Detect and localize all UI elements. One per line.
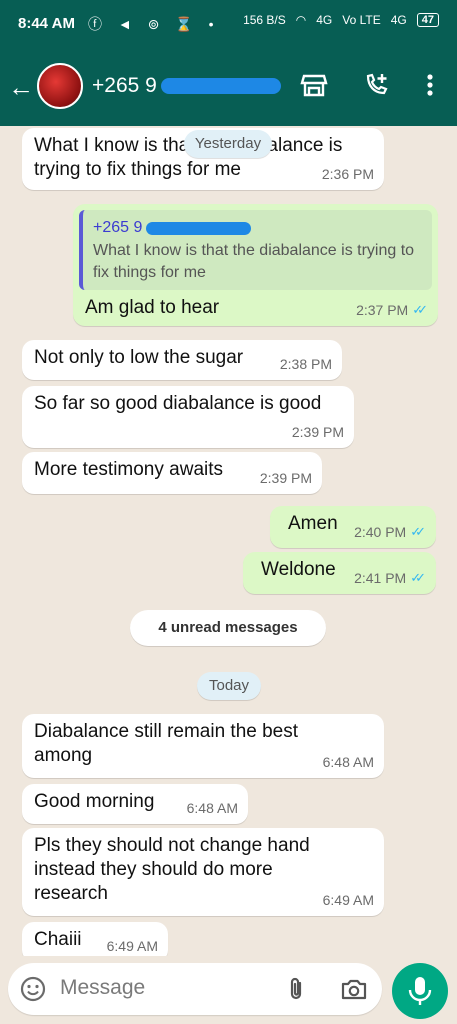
message-time: 6:49 AM <box>322 892 374 908</box>
message-bubble[interactable]: So far so good diabalance is good 2:39 P… <box>22 386 354 448</box>
unread-messages-pill: 4 unread messages <box>130 610 326 646</box>
quoted-name: +265 9 <box>93 219 143 236</box>
avatar[interactable] <box>37 63 83 109</box>
back-arrow-icon[interactable]: ← <box>8 72 34 103</box>
message-bubble[interactable]: Pls they should not change hand instead … <box>22 828 384 916</box>
input-bar: Message <box>0 956 457 1024</box>
message-text: Pls they should not change hand instead … <box>34 835 310 904</box>
status-bar: 8:44 AM ⓕ ◄ ⊚ ⌛ • 156 B/S ◠ 4G Vo LTE 4G… <box>0 0 457 48</box>
message-text: So far so good diabalance is good <box>34 393 322 414</box>
camera-icon[interactable] <box>340 977 368 1001</box>
battery-icon: 47 <box>416 13 439 27</box>
message-bubble[interactable]: Good morning 6:48 AM <box>22 784 248 824</box>
signal-1: 4G <box>316 13 333 27</box>
message-bubble[interactable]: Chaiii 6:49 AM <box>22 922 168 956</box>
volte-label: Vo LTE <box>342 13 381 27</box>
status-time: 8:44 AM <box>18 15 75 32</box>
wifi-icon: ◠ <box>295 13 307 27</box>
quoted-reply[interactable]: +265 9 What I know is that the diabalanc… <box>79 210 432 290</box>
message-bubble[interactable]: More testimony awaits 2:39 PM <box>22 452 322 494</box>
attach-icon[interactable] <box>284 976 308 1002</box>
mic-icon <box>408 977 432 1005</box>
redaction-scribble <box>146 221 252 235</box>
double-check-icon: ✓✓ <box>410 524 426 539</box>
notification-icons: ⓕ ◄ ⊚ ⌛ • <box>88 16 220 32</box>
message-time: 2:38 PM <box>279 356 332 372</box>
double-check-icon: ✓✓ <box>410 570 426 585</box>
quoted-text: What I know is that the diabalance is tr… <box>93 242 415 281</box>
more-icon[interactable] <box>416 68 444 102</box>
mic-button[interactable] <box>392 963 448 1019</box>
message-bubble[interactable]: Amen 2:40 PM ✓✓ <box>270 506 436 548</box>
message-text: Diabalance still remain the best among <box>34 721 299 766</box>
message-time: 2:36 PM <box>321 166 374 182</box>
message-time: 2:39 PM <box>291 424 344 440</box>
message-input[interactable]: Message <box>8 963 382 1015</box>
double-check-icon: ✓✓ <box>412 302 428 317</box>
message-time: 2:41 PM <box>354 570 407 586</box>
message-bubble[interactable]: Diabalance still remain the best among 6… <box>22 714 384 778</box>
date-separator: Today <box>197 672 261 700</box>
message-time: 2:40 PM <box>354 524 407 540</box>
contact-name[interactable]: +265 9 <box>92 74 281 98</box>
message-bubble[interactable]: Weldone 2:41 PM ✓✓ <box>243 552 436 594</box>
redaction-scribble <box>160 78 281 94</box>
message-bubble[interactable]: +265 9 What I know is that the diabalanc… <box>73 204 438 326</box>
emoji-icon[interactable] <box>20 976 46 1002</box>
shop-icon[interactable] <box>300 68 328 102</box>
message-time: 6:48 AM <box>186 800 238 816</box>
floating-date-pill: Yesterday <box>184 130 272 158</box>
signal-2: 4G <box>390 13 407 27</box>
net-speed: 156 B/S <box>243 13 286 27</box>
message-bubble[interactable]: Not only to low the sugar 2:38 PM <box>22 340 342 380</box>
message-placeholder: Message <box>60 976 146 999</box>
add-call-icon[interactable] <box>362 68 390 102</box>
message-time: 2:39 PM <box>259 470 312 486</box>
message-time: 6:48 AM <box>322 754 374 770</box>
chat-area[interactable]: What I know is that the diabalance is tr… <box>0 126 457 956</box>
message-time: 2:37 PM <box>356 302 409 318</box>
message-time: 6:49 AM <box>106 938 158 954</box>
chat-header: ← +265 9 <box>0 48 457 126</box>
